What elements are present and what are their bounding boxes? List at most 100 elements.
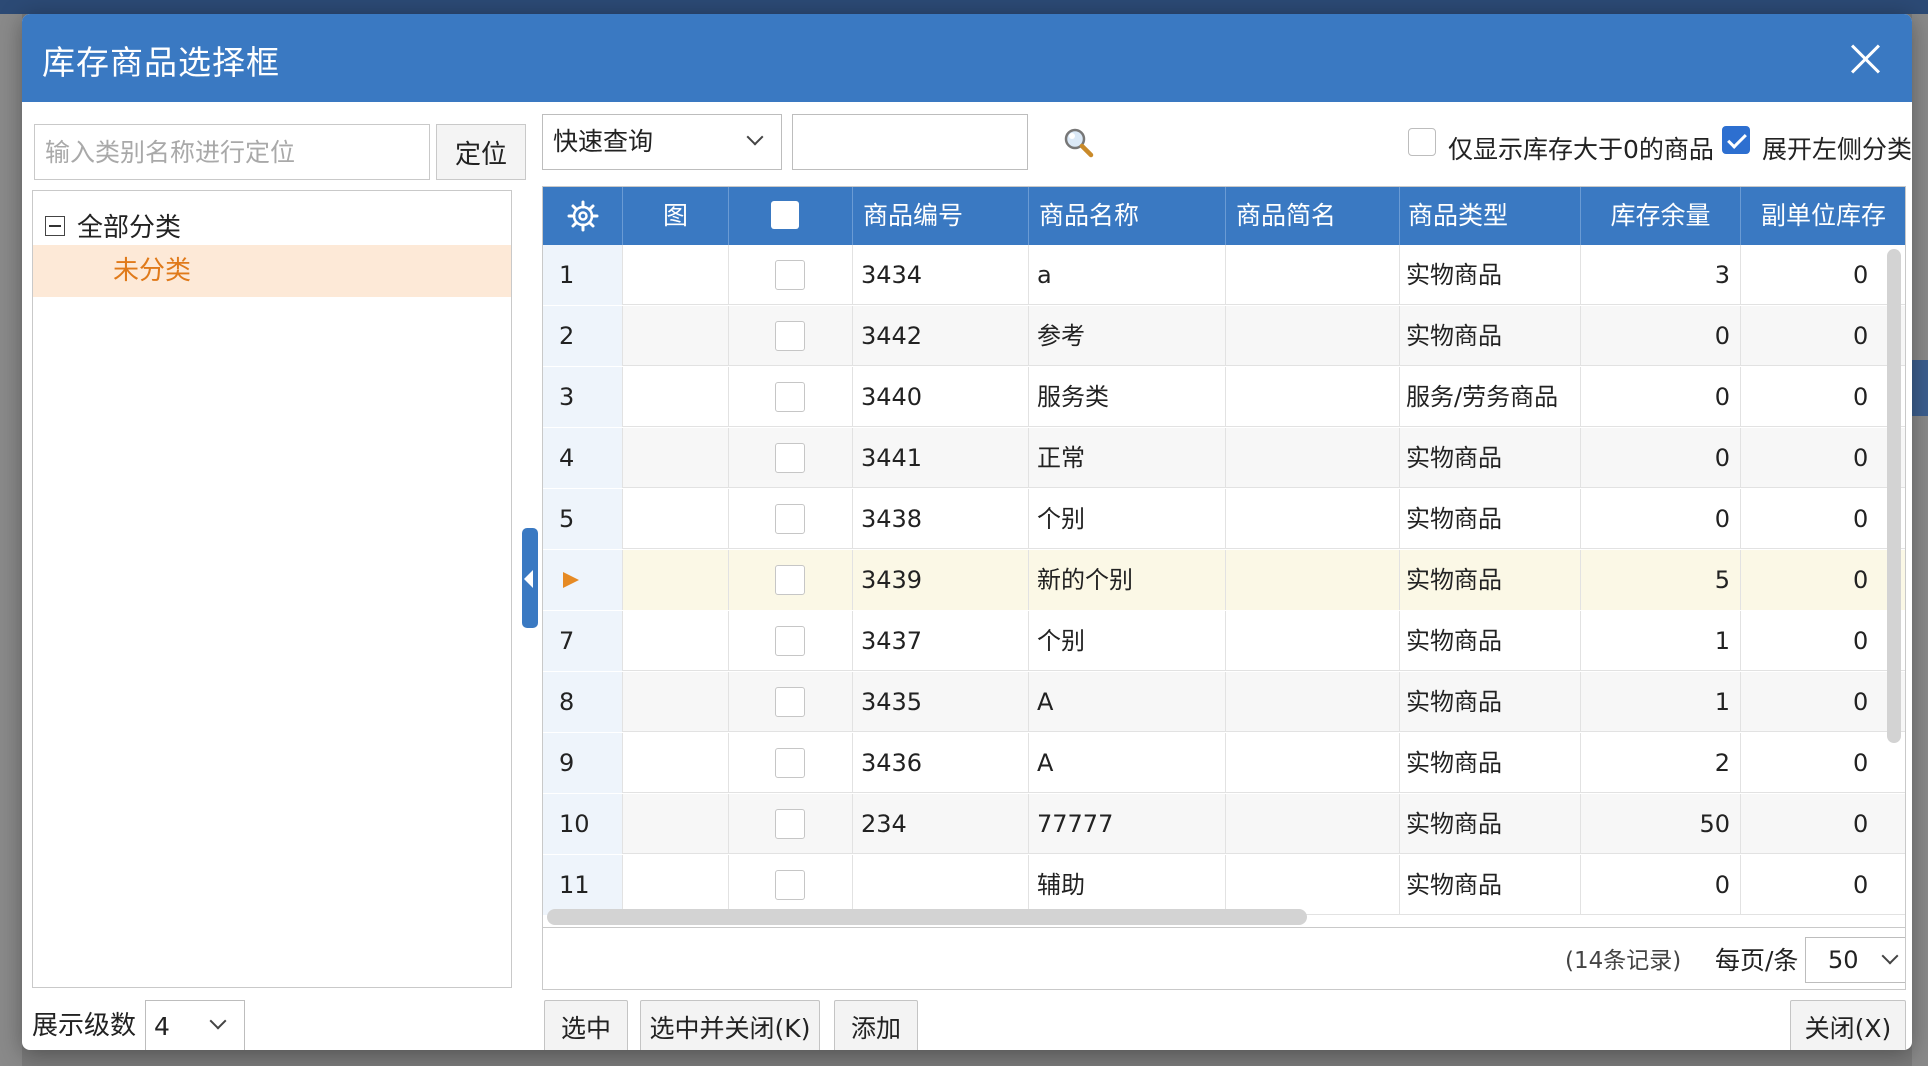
table-row[interactable]: 4 3441 正常 实物商品 0 0 bbox=[543, 428, 1905, 488]
select-button[interactable]: 选中 bbox=[544, 1000, 628, 1050]
row-number: 9 bbox=[543, 733, 623, 793]
close-icon[interactable] bbox=[1848, 42, 1882, 76]
column-stock[interactable]: 库存余量 bbox=[1581, 187, 1741, 245]
row-checkbox-cell bbox=[729, 733, 853, 793]
close-button[interactable]: 关闭(X) bbox=[1790, 1000, 1906, 1050]
row-checkbox[interactable] bbox=[775, 687, 805, 717]
row-checkbox[interactable] bbox=[775, 260, 805, 290]
row-checkbox-cell bbox=[729, 306, 853, 366]
row-image bbox=[623, 611, 729, 671]
row-checkbox[interactable] bbox=[775, 809, 805, 839]
row-stock: 0 bbox=[1581, 855, 1741, 915]
row-checkbox[interactable] bbox=[775, 443, 805, 473]
row-number: 10 bbox=[543, 794, 623, 854]
table-row[interactable]: 3 3440 服务类 服务/劳务商品 0 0 bbox=[543, 367, 1905, 427]
row-type: 实物商品 bbox=[1400, 794, 1581, 854]
row-code: 3436 bbox=[853, 733, 1029, 793]
table-row[interactable]: 10 234 77777 实物商品 50 0 bbox=[543, 794, 1905, 854]
row-short-name bbox=[1226, 306, 1400, 366]
table-row[interactable]: 8 3435 A 实物商品 1 0 bbox=[543, 672, 1905, 732]
row-short-name bbox=[1226, 611, 1400, 671]
row-image bbox=[623, 367, 729, 427]
row-checkbox[interactable] bbox=[775, 382, 805, 412]
row-number: 7 bbox=[543, 611, 623, 671]
vertical-scrollbar[interactable] bbox=[1887, 249, 1901, 743]
row-code: 3435 bbox=[853, 672, 1029, 732]
table-row[interactable]: 7 3437 个别 实物商品 1 0 bbox=[543, 611, 1905, 671]
collapse-panel-handle[interactable] bbox=[522, 528, 538, 628]
table-row[interactable]: 1 3434 a 实物商品 3 0 bbox=[543, 245, 1905, 305]
row-sub-unit-stock: 0 bbox=[1741, 855, 1905, 915]
background-band bbox=[1912, 360, 1928, 416]
row-checkbox[interactable] bbox=[775, 504, 805, 534]
table-row[interactable]: 2 3442 参考 实物商品 0 0 bbox=[543, 306, 1905, 366]
row-checkbox[interactable] bbox=[775, 565, 805, 595]
row-code: 234 bbox=[853, 794, 1029, 854]
query-mode-select[interactable]: 快速查询 bbox=[542, 114, 782, 170]
horizontal-scrollbar[interactable] bbox=[547, 909, 1307, 925]
tree-item-uncategorized[interactable]: 未分类 bbox=[33, 245, 511, 297]
row-checkbox[interactable] bbox=[775, 321, 805, 351]
select-and-close-button[interactable]: 选中并关闭(K) bbox=[640, 1000, 820, 1050]
column-code[interactable]: 商品编号 bbox=[853, 187, 1029, 245]
table-row[interactable]: 5 3438 个别 实物商品 0 0 bbox=[543, 489, 1905, 549]
only-stock-checkbox[interactable] bbox=[1408, 128, 1436, 156]
row-checkbox[interactable] bbox=[775, 626, 805, 656]
row-short-name bbox=[1226, 428, 1400, 488]
row-short-name bbox=[1226, 672, 1400, 732]
expand-left-checkbox[interactable] bbox=[1722, 126, 1750, 154]
row-number: 5 bbox=[543, 489, 623, 549]
table-row[interactable]: 3439 新的个别 实物商品 5 0 bbox=[543, 550, 1905, 610]
collapse-icon[interactable] bbox=[45, 215, 65, 236]
column-image[interactable]: 图 bbox=[623, 187, 729, 245]
row-short-name bbox=[1226, 855, 1400, 915]
select-all-checkbox[interactable] bbox=[771, 201, 799, 229]
add-button[interactable]: 添加 bbox=[834, 1000, 918, 1050]
row-code: 3437 bbox=[853, 611, 1029, 671]
table-row[interactable]: 11 辅助 实物商品 0 0 bbox=[543, 855, 1905, 915]
row-code: 3442 bbox=[853, 306, 1029, 366]
row-sub-unit-stock: 0 bbox=[1741, 428, 1905, 488]
per-page-select[interactable]: 50 bbox=[1805, 937, 1905, 983]
row-number: 2 bbox=[543, 306, 623, 366]
row-number: 1 bbox=[543, 245, 623, 305]
table-row[interactable]: 9 3436 A 实物商品 2 0 bbox=[543, 733, 1905, 793]
row-stock: 1 bbox=[1581, 672, 1741, 732]
row-number: 3 bbox=[543, 367, 623, 427]
query-input[interactable] bbox=[792, 114, 1028, 170]
row-stock: 5 bbox=[1581, 550, 1741, 610]
row-stock: 1 bbox=[1581, 611, 1741, 671]
row-checkbox[interactable] bbox=[775, 748, 805, 778]
row-name: 辅助 bbox=[1029, 855, 1226, 915]
row-image bbox=[623, 855, 729, 915]
column-name[interactable]: 商品名称 bbox=[1029, 187, 1226, 245]
gear-icon[interactable] bbox=[566, 199, 600, 233]
row-checkbox[interactable] bbox=[775, 870, 805, 900]
row-name: a bbox=[1029, 245, 1226, 305]
grid-header: 图 商品编号 商品名称 商品简名 商品类型 库存余量 副单位库存 bbox=[543, 187, 1905, 245]
row-image bbox=[623, 794, 729, 854]
level-select[interactable]: 4 bbox=[145, 1000, 245, 1050]
search-icon[interactable] bbox=[1062, 126, 1094, 158]
row-image bbox=[623, 306, 729, 366]
column-sub-unit-stock[interactable]: 副单位库存 bbox=[1741, 187, 1905, 245]
row-stock: 0 bbox=[1581, 489, 1741, 549]
row-sub-unit-stock: 0 bbox=[1741, 672, 1905, 732]
row-code: 3439 bbox=[853, 550, 1029, 610]
locate-button[interactable]: 定位 bbox=[436, 124, 526, 180]
column-settings[interactable] bbox=[543, 187, 623, 245]
column-short-name[interactable]: 商品简名 bbox=[1226, 187, 1400, 245]
chevron-down-icon bbox=[209, 1012, 227, 1030]
chevron-down-icon bbox=[746, 128, 764, 146]
row-checkbox-cell bbox=[729, 367, 853, 427]
row-type: 服务/劳务商品 bbox=[1400, 367, 1581, 427]
column-type[interactable]: 商品类型 bbox=[1400, 187, 1581, 245]
category-search-input[interactable] bbox=[34, 124, 430, 180]
row-image bbox=[623, 733, 729, 793]
row-code bbox=[853, 855, 1029, 915]
column-select-all[interactable] bbox=[729, 187, 853, 245]
tree-root-node[interactable]: 全部分类 bbox=[45, 207, 181, 244]
row-checkbox-cell bbox=[729, 611, 853, 671]
row-sub-unit-stock: 0 bbox=[1741, 550, 1905, 610]
dialog-header: 库存商品选择框 bbox=[22, 14, 1912, 102]
